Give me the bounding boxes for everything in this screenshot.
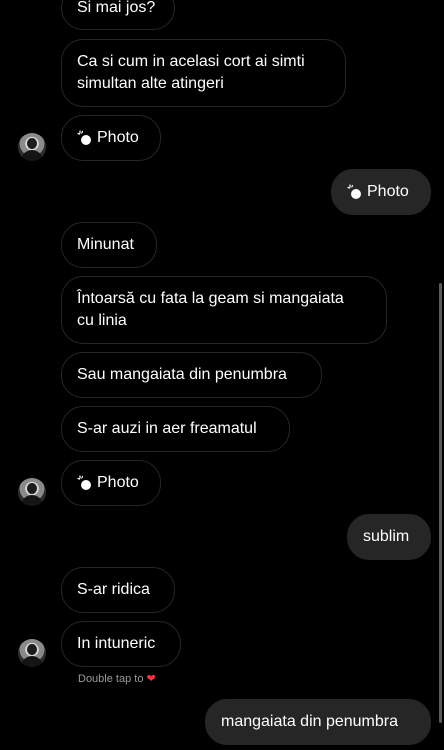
incoming-message[interactable]: Sau mangaiata din penumbra (61, 352, 322, 398)
message-text: cu linia (77, 312, 127, 329)
message-text: Întoarsă cu fata la geam si mangaiata (77, 290, 344, 307)
incoming-message[interactable]: Întoarsă cu fata la geam si mangaiata cu… (61, 276, 387, 344)
message-text: Si mai jos? (77, 0, 156, 16)
incoming-message[interactable]: Ca si cum in acelasi cort ai simti simul… (61, 39, 346, 107)
message-text: Ca si cum in acelasi cort ai simti (77, 53, 305, 70)
photo-sparkle-icon (77, 130, 93, 146)
message-text: sublim (363, 528, 410, 545)
contact-avatar[interactable] (18, 478, 46, 506)
message-text: simultan alte atingeri (77, 75, 224, 92)
message-text: S-ar auzi in aer freamatul (77, 420, 257, 437)
hint-text: Double tap to (78, 673, 144, 685)
outgoing-message[interactable]: sublim (347, 514, 431, 560)
incoming-message[interactable]: S-ar ridica (61, 567, 175, 613)
message-text: S-ar ridica (77, 581, 150, 598)
outgoing-photo-message[interactable]: Photo (331, 169, 431, 215)
photo-message[interactable]: Photo (61, 460, 161, 506)
photo-message[interactable]: Photo (61, 115, 161, 161)
contact-avatar[interactable] (18, 133, 46, 161)
incoming-message[interactable]: Minunat (61, 222, 157, 268)
incoming-message[interactable]: Si mai jos? (61, 0, 175, 30)
photo-sparkle-icon (347, 184, 363, 200)
message-text: Sau mangaiata din penumbra (77, 366, 287, 383)
photo-label: Photo (97, 129, 139, 146)
message-text: mangaiata din penumbra (221, 713, 399, 730)
contact-avatar[interactable] (18, 639, 46, 667)
scrollbar[interactable] (439, 283, 442, 723)
incoming-message[interactable]: S-ar auzi in aer freamatul (61, 406, 290, 452)
photo-sparkle-icon (77, 475, 93, 491)
message-text: In intuneric (77, 635, 156, 652)
outgoing-message[interactable]: mangaiata din penumbra (205, 699, 431, 745)
incoming-message[interactable]: In intuneric (61, 621, 181, 667)
photo-label: Photo (367, 183, 409, 200)
heart-icon: ❤ (146, 673, 156, 685)
photo-label: Photo (97, 474, 139, 491)
chat-thread: Si mai jos? Ca si cum in acelasi cort ai… (0, 0, 444, 750)
double-tap-hint: Double tap to ❤ (78, 672, 156, 685)
message-text: Minunat (77, 236, 134, 253)
